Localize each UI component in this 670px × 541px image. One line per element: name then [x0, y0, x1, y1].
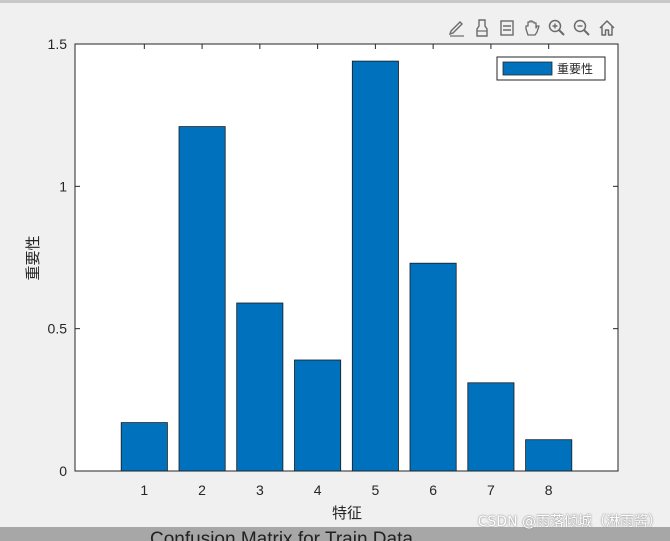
x-tick-label: 7	[487, 482, 495, 498]
x-axis-label: 特征	[332, 504, 362, 522]
y-tick-label: 1	[59, 178, 67, 194]
home-icon[interactable]	[595, 16, 619, 40]
edit-icon[interactable]	[445, 16, 469, 40]
y-tick-label: 0	[59, 463, 67, 479]
x-tick-label: 3	[256, 482, 264, 498]
y-tick-label: 1.5	[48, 36, 68, 52]
bar-1	[120, 422, 168, 472]
bar-8	[525, 439, 573, 472]
bar-7	[467, 382, 515, 472]
y-axis-label: 重要性	[24, 235, 42, 280]
legend-icon[interactable]	[495, 16, 519, 40]
x-tick-label: 2	[198, 482, 206, 498]
bar-chart: 0 0.5 1 1.5 1 2 3 4 5 6 7 8 特征 重要性 重要性	[24, 36, 619, 522]
legend[interactable]: 重要性	[496, 56, 606, 81]
zoom-in-icon[interactable]	[545, 16, 569, 40]
zoom-out-icon[interactable]	[570, 16, 594, 40]
x-tick-label: 5	[371, 482, 379, 498]
plot-area	[74, 43, 619, 472]
x-tick-label: 8	[545, 482, 553, 498]
bar-4	[294, 359, 342, 472]
brush-icon[interactable]	[470, 16, 494, 40]
bar-6	[409, 262, 457, 472]
bar-5	[351, 60, 399, 472]
legend-label: 重要性	[557, 62, 593, 76]
pan-icon[interactable]	[520, 16, 544, 40]
bar-2	[178, 126, 226, 472]
x-tick-label: 6	[429, 482, 437, 498]
x-tick-label: 1	[140, 482, 148, 498]
watermark: CSDN @雨落倾城（淋雨酱）	[477, 514, 662, 530]
y-tick-label: 0.5	[48, 321, 68, 337]
legend-swatch	[502, 61, 553, 76]
axes-toolbar	[445, 16, 619, 42]
next-figure-title: Confusion Matrix for Train Data	[150, 529, 413, 541]
x-tick-label: 4	[314, 482, 322, 498]
bar-3	[236, 302, 284, 472]
